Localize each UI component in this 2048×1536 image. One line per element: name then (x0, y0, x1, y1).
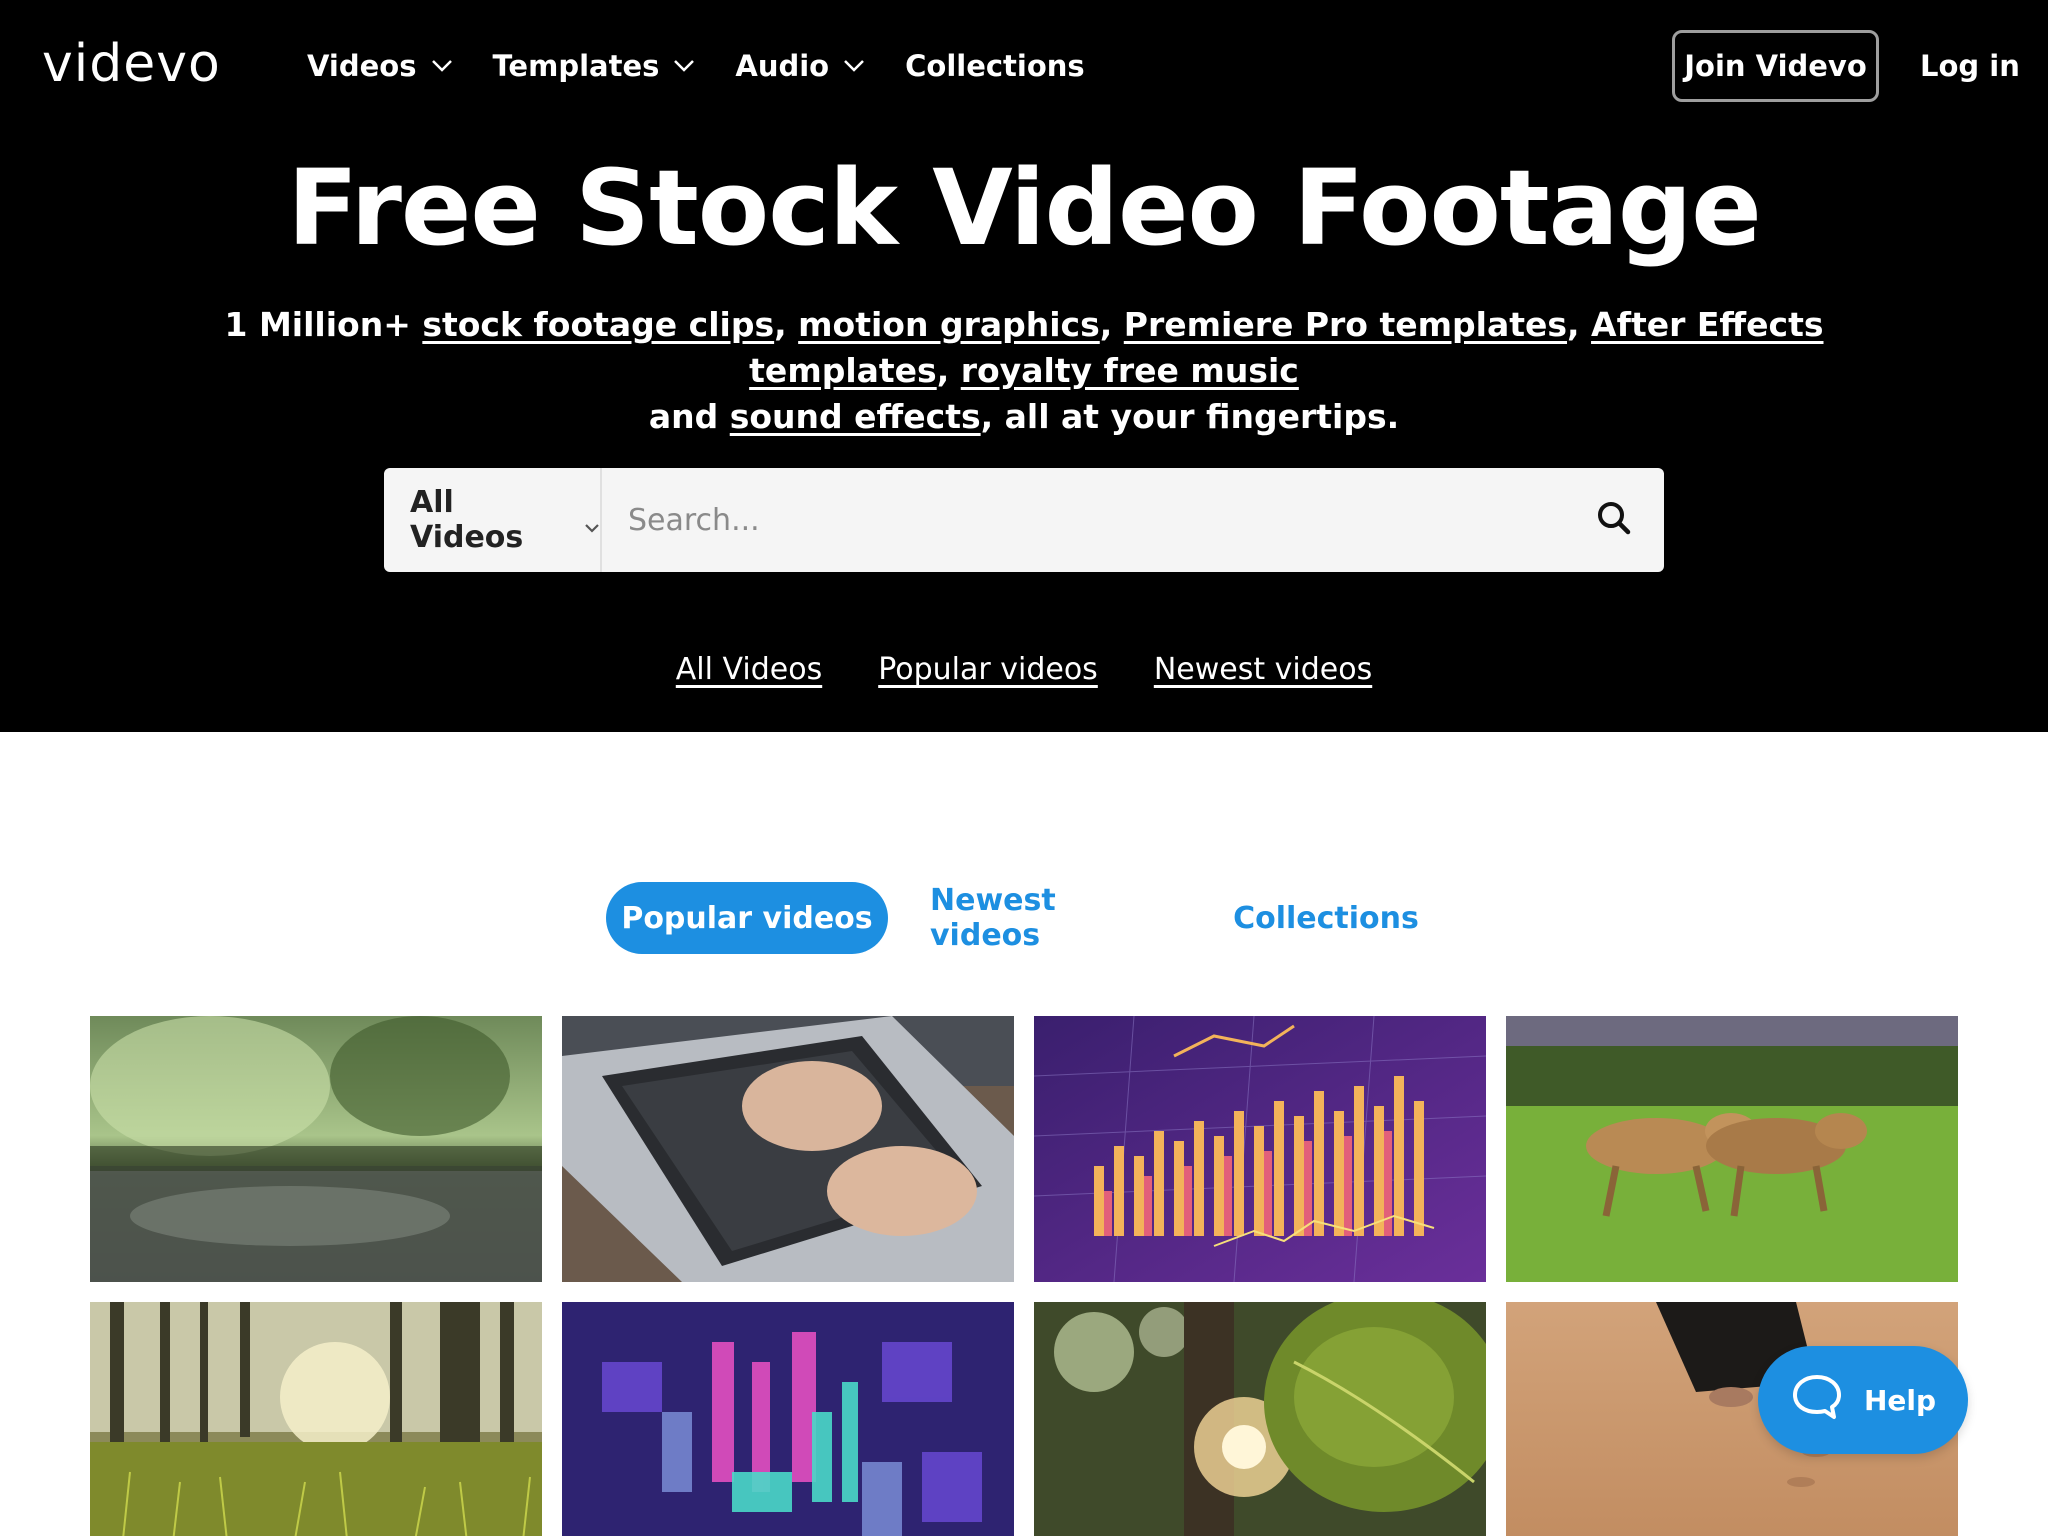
login-link[interactable]: Log in (1920, 46, 2020, 86)
link-premiere-templates[interactable]: Premiere Pro templates (1124, 305, 1567, 344)
nav-collections[interactable]: Collections (905, 46, 1085, 86)
tab-popular-videos[interactable]: Popular videos (606, 882, 888, 954)
chevron-down-icon (584, 506, 600, 541)
nav-videos-label: Videos (307, 49, 417, 83)
hero-subtitle: 1 Million+ stock footage clips, motion g… (224, 305, 1824, 436)
video-thumbnail-laptop-typing[interactable] (562, 1016, 1014, 1282)
videvo-logo[interactable]: videvo (42, 34, 221, 94)
main-nav: Videos Templates Audio Collections (307, 46, 1125, 86)
search-category-select[interactable]: All Videos (384, 468, 602, 572)
link-royalty-free-music[interactable]: royalty free music (961, 351, 1299, 390)
video-thumbnail-rain-puddle[interactable] (90, 1016, 542, 1282)
quick-links: All Videos Popular videos Newest videos (0, 648, 2048, 692)
search-input[interactable] (602, 468, 1564, 572)
chevron-down-icon (431, 59, 453, 73)
quick-link-popular-videos[interactable]: Popular videos (878, 648, 1098, 692)
quick-link-newest-videos[interactable]: Newest videos (1154, 648, 1372, 692)
link-sound-effects[interactable]: sound effects (730, 397, 981, 436)
help-label: Help (1864, 1383, 1937, 1417)
nav-templates[interactable]: Templates (493, 46, 696, 86)
tab-collections[interactable]: Collections (1222, 882, 1430, 954)
video-thumbnail-sunlit-forest[interactable] (90, 1302, 542, 1536)
video-tabs: Popular videos Newest videos Collections (0, 882, 2048, 954)
nav-audio-label: Audio (735, 49, 830, 83)
tab-newest-videos[interactable]: Newest videos (930, 882, 1168, 954)
link-stock-footage[interactable]: stock footage clips (422, 305, 774, 344)
video-thumbnail-lionesses[interactable] (1506, 1016, 1958, 1282)
search-bar: All Videos (384, 468, 1664, 572)
link-motion-graphics[interactable]: motion graphics (798, 305, 1100, 344)
subtitle-prefix: 1 Million+ (224, 305, 423, 344)
nav-videos[interactable]: Videos (307, 46, 453, 86)
nav-templates-label: Templates (492, 49, 660, 83)
join-button[interactable]: Join Videvo (1672, 30, 1879, 102)
video-thumbnail-digital-city[interactable] (562, 1302, 1014, 1536)
nav-audio[interactable]: Audio (735, 46, 865, 86)
page-title: Free Stock Video Footage (287, 147, 1762, 269)
hero-section: videvo Videos Templates Audio Collection… (0, 0, 2048, 732)
nav-collections-label: Collections (905, 49, 1085, 83)
search-category-label: All Videos (410, 485, 524, 555)
video-thumbnail-bar-chart[interactable] (1034, 1016, 1486, 1282)
subtitle-suffix: , all at your fingertips. (980, 397, 1400, 436)
chat-bubble-icon (1792, 1374, 1842, 1427)
chevron-down-icon (673, 59, 695, 73)
subtitle-middle: and (648, 397, 730, 436)
chevron-down-icon (843, 59, 865, 73)
search-icon (1596, 500, 1632, 540)
help-button[interactable]: Help (1758, 1346, 1968, 1454)
quick-link-all-videos[interactable]: All Videos (676, 648, 822, 692)
search-button[interactable] (1564, 468, 1664, 572)
video-thumbnail-jungle-leaf[interactable] (1034, 1302, 1486, 1536)
